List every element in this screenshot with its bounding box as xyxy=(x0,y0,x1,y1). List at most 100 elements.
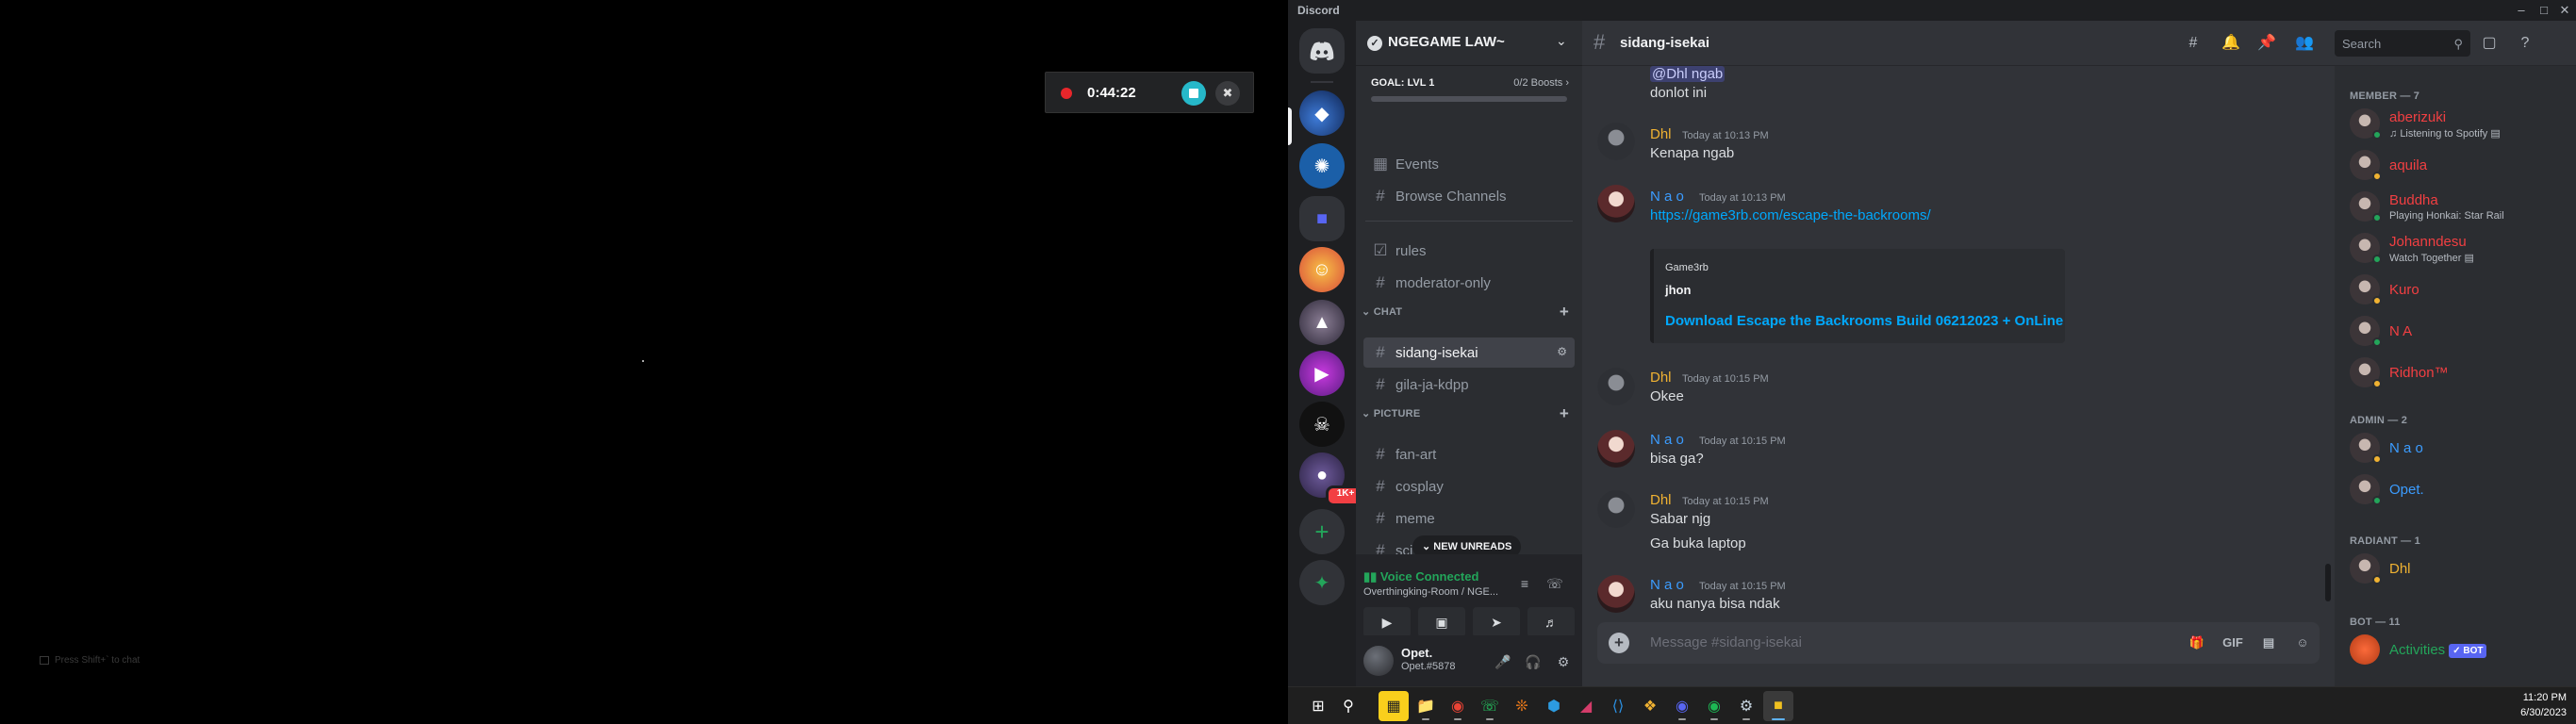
gift-icon[interactable]: 🎁 xyxy=(2186,632,2208,654)
message-author[interactable]: Dhl xyxy=(1650,492,1672,508)
member-item[interactable]: aquila xyxy=(2342,145,2561,185)
explore-servers-button[interactable]: ✦ xyxy=(1299,560,1345,605)
guild-header[interactable]: ✓ NGEGAME LAW~ ⌄ xyxy=(1356,21,1582,66)
member-item[interactable]: N a o xyxy=(2342,428,2561,468)
stop-recording-button[interactable] xyxy=(1181,81,1206,106)
sticky-notes-icon[interactable]: ▦ xyxy=(1379,691,1409,721)
minimize-button[interactable]: – xyxy=(2512,2,2531,19)
message-author[interactable]: N a o xyxy=(1650,189,1684,205)
threads-icon[interactable]: # xyxy=(2182,32,2204,55)
whatsapp-icon[interactable]: ☏ xyxy=(1475,691,1505,721)
member-item[interactable]: Johanndesu Watch Together ▤ xyxy=(2342,228,2561,268)
activities-button[interactable]: ➤ xyxy=(1473,607,1520,637)
create-channel-icon[interactable]: + xyxy=(1560,303,1569,321)
member-item[interactable]: Buddha Playing Honkai: Star Rail xyxy=(2342,187,2561,226)
app-icon-dark[interactable]: ◢ xyxy=(1571,691,1601,721)
inbox-icon[interactable]: ▢ xyxy=(2478,32,2501,55)
member-item[interactable]: Activities ✓ BOT xyxy=(2342,630,2561,669)
mic-icon[interactable]: 🎤 xyxy=(1492,650,1514,673)
message-composer[interactable]: + Message #sidang-isekai 🎁 GIF ▤ ☺ xyxy=(1597,622,2320,664)
channel-sidang-isekai[interactable]: # sidang-isekai ⚙ xyxy=(1363,337,1575,368)
create-channel-icon[interactable]: + xyxy=(1560,404,1569,423)
member-item[interactable]: Ridhon™ xyxy=(2342,353,2561,392)
member-item[interactable]: aberizuki ♫ Listening to Spotify ▤ xyxy=(2342,104,2561,143)
soundboard-button[interactable]: ♬ xyxy=(1527,607,1575,637)
message-input[interactable]: Message #sidang-isekai xyxy=(1650,634,1802,650)
app-icon-multi[interactable]: ❖ xyxy=(1635,691,1665,721)
game-taskbar-icon[interactable]: ■ xyxy=(1763,691,1793,721)
server-icon-2[interactable]: ✺ xyxy=(1299,143,1345,189)
server-icon-7[interactable]: ☠ xyxy=(1299,402,1345,447)
avatar[interactable] xyxy=(1597,430,1635,468)
mention[interactable]: @Dhl ngab xyxy=(1650,66,1726,82)
avatar[interactable] xyxy=(1597,575,1635,613)
member-item[interactable]: N A xyxy=(2342,311,2561,351)
category-chat[interactable]: ⌄ CHAT + xyxy=(1362,303,1577,321)
server-ngegame-law[interactable]: ◆ xyxy=(1299,90,1345,136)
close-button[interactable]: ✕ xyxy=(2555,2,2574,19)
app-icon-blue[interactable]: ⬢ xyxy=(1539,691,1569,721)
sticker-icon[interactable]: ▤ xyxy=(2257,632,2280,654)
browse-channels-item[interactable]: # Browse Channels xyxy=(1363,181,1575,211)
emoji-icon[interactable]: ☺ xyxy=(2291,632,2314,654)
channel-settings-icon[interactable]: ⚙ xyxy=(1557,345,1567,358)
message-author[interactable]: Dhl xyxy=(1650,370,1672,386)
chrome-icon[interactable]: ◉ xyxy=(1443,691,1473,721)
server-folder[interactable]: ■ xyxy=(1299,196,1345,241)
channel-cosplay[interactable]: # cosplay xyxy=(1363,471,1575,502)
maximize-button[interactable]: □ xyxy=(2535,2,2553,19)
noise-suppression-icon[interactable]: ≡ xyxy=(1514,573,1535,594)
channel-rules[interactable]: ☑ rules xyxy=(1363,236,1575,266)
discord-taskbar-icon[interactable]: ◉ xyxy=(1667,691,1697,721)
member-list-icon[interactable]: 👥 xyxy=(2293,32,2316,55)
server-icon-5[interactable]: ▲ xyxy=(1299,300,1345,345)
screen-share-button[interactable]: ▣ xyxy=(1418,607,1465,637)
server-icon-4[interactable]: ☺ xyxy=(1299,247,1345,292)
voice-status[interactable]: ▮▮ Voice Connected xyxy=(1363,569,1478,584)
search-icon[interactable]: ⚲ xyxy=(1333,691,1363,721)
channel-gila-ja-kdpp[interactable]: # gila-ja-kdpp xyxy=(1363,370,1575,400)
member-item[interactable]: Opet. xyxy=(2342,469,2561,509)
headphones-icon[interactable]: 🎧 xyxy=(1522,650,1544,673)
app-icon-orange[interactable]: ❊ xyxy=(1507,691,1537,721)
avatar[interactable] xyxy=(1597,123,1635,160)
spotify-icon[interactable]: ◉ xyxy=(1699,691,1729,721)
search-input[interactable]: Search ⚲ xyxy=(2335,30,2470,57)
help-icon[interactable]: ? xyxy=(2514,32,2536,55)
upload-plus-icon[interactable]: + xyxy=(1609,633,1629,653)
steam-icon[interactable]: ⚙ xyxy=(1731,691,1761,721)
gif-icon[interactable]: GIF xyxy=(2221,632,2244,654)
gear-icon[interactable]: ⚙ xyxy=(1552,650,1575,673)
message-link[interactable]: https://game3rb.com/escape-the-backrooms… xyxy=(1650,207,1931,223)
embed-title[interactable]: Download Escape the Backrooms Build 0621… xyxy=(1665,313,2063,329)
category-picture[interactable]: ⌄ PICTURE + xyxy=(1362,404,1577,423)
avatar[interactable] xyxy=(1597,185,1635,222)
camera-button[interactable]: ▶ xyxy=(1363,607,1411,637)
home-button[interactable] xyxy=(1299,28,1345,74)
member-item[interactable]: Dhl xyxy=(2342,549,2561,588)
events-item[interactable]: ▦ Events xyxy=(1363,149,1575,179)
member-item[interactable]: Kuro xyxy=(2342,270,2561,309)
file-explorer-icon[interactable]: 📁 xyxy=(1411,691,1441,721)
avatar[interactable] xyxy=(1363,646,1394,676)
disconnect-icon[interactable]: ☏ xyxy=(1544,573,1565,594)
message-author[interactable]: N a o xyxy=(1650,432,1684,448)
message-author[interactable]: N a o xyxy=(1650,577,1684,593)
clock-time[interactable]: 11:20 PM xyxy=(2523,692,2567,703)
channel-fan-art[interactable]: # fan-art xyxy=(1363,439,1575,469)
start-icon[interactable]: ⊞ xyxy=(1303,691,1333,721)
mic-muted-button[interactable]: ✖ xyxy=(1215,81,1240,106)
voice-channel[interactable]: Overthingking-Room / NGE... xyxy=(1363,586,1498,598)
bell-icon[interactable]: 🔔 xyxy=(2220,32,2242,55)
channel-meme[interactable]: # meme xyxy=(1363,503,1575,534)
server-icon-6[interactable]: ▶ xyxy=(1299,351,1345,396)
message-author[interactable]: Dhl xyxy=(1650,126,1672,142)
boost-count[interactable]: 0/2 Boosts › xyxy=(1513,77,1569,89)
boost-goal[interactable]: GOAL: LVL 1 xyxy=(1371,77,1434,89)
avatar[interactable] xyxy=(1597,490,1635,528)
pin-icon[interactable]: 📌 xyxy=(2255,32,2278,55)
channel-moderator-only[interactable]: # moderator-only xyxy=(1363,268,1575,298)
vscode-icon[interactable]: ⟨⟩ xyxy=(1603,691,1633,721)
clock-date[interactable]: 6/30/2023 xyxy=(2520,707,2567,718)
add-server-button[interactable]: + xyxy=(1299,509,1345,554)
